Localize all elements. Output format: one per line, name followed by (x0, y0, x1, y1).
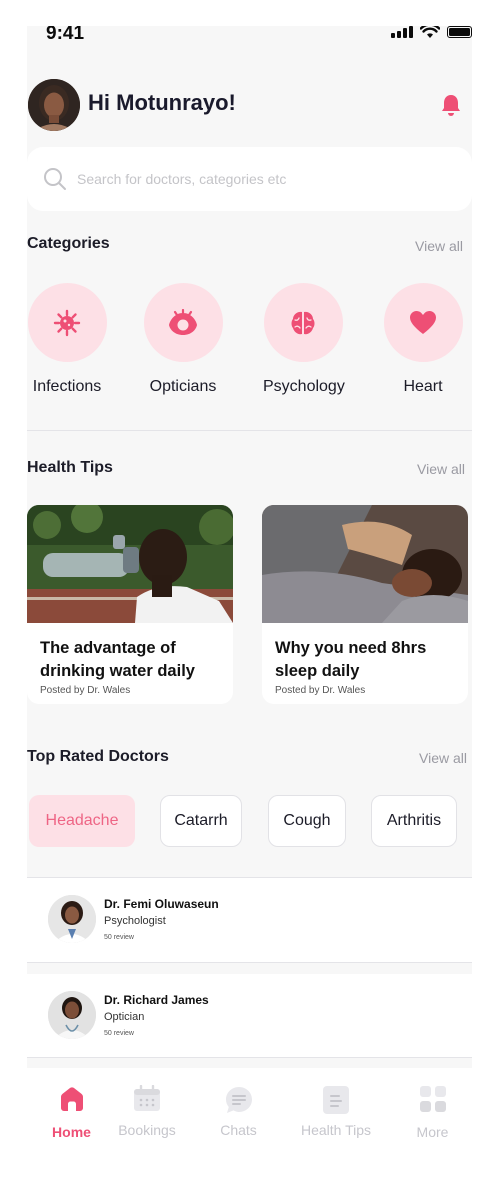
bottom-navigation: Home Bookings Chats Health Tips More (27, 1068, 472, 1170)
filter-chip-arthritis[interactable]: Arthritis (371, 795, 457, 847)
doctor-name: Dr. Richard James (104, 993, 209, 1007)
chat-icon (225, 1087, 252, 1113)
divider (27, 430, 472, 431)
eye-icon (169, 308, 197, 335)
top-doctors-view-all-link[interactable]: View all (419, 750, 467, 766)
divider (27, 1057, 472, 1058)
nav-item-chats[interactable]: Chats (194, 1068, 283, 1170)
category-heart[interactable]: Heart (383, 283, 463, 396)
nav-item-more[interactable]: More (388, 1068, 472, 1170)
category-label: Heart (403, 378, 443, 395)
status-time: 9:41 (46, 26, 85, 44)
health-tip-card-water[interactable]: The advantage of drinking water daily Po… (27, 505, 233, 704)
category-label: Opticians (149, 378, 217, 395)
category-psychology[interactable]: Psychology (263, 283, 345, 396)
categories-view-all-link[interactable]: View all (415, 238, 463, 254)
category-infections[interactable]: Infections (27, 283, 107, 396)
greeting-title: Hi Motunrayo! (88, 90, 236, 115)
tip-author: Posted by Dr. Wales (40, 685, 131, 696)
tip-title: Why you need 8hrs sleep daily (275, 639, 427, 680)
doctor-avatar (48, 895, 96, 943)
tip-author: Posted by Dr. Wales (275, 685, 366, 696)
home-icon (60, 1087, 83, 1111)
category-label: Psychology (263, 378, 345, 395)
search-input[interactable]: Search for doctors, categories etc (77, 171, 286, 187)
search-bar[interactable]: Search for doctors, categories etc (27, 147, 472, 211)
doctor-name: Dr. Femi Oluwaseun (104, 897, 219, 911)
categories-title: Categories (27, 235, 110, 252)
status-bar: 9:41 (27, 26, 472, 50)
nav-label: Health Tips (300, 1122, 372, 1138)
document-icon (323, 1086, 349, 1114)
health-tip-card-sleep[interactable]: Why you need 8hrs sleep daily Posted by … (262, 505, 468, 704)
doctor-reviews: 50 review (104, 934, 134, 941)
tip-title: The advantage of drinking water daily (40, 639, 195, 680)
notification-bell-icon[interactable] (441, 94, 461, 116)
divider (27, 962, 472, 963)
brain-icon (291, 311, 315, 334)
filter-chip-cough[interactable]: Cough (268, 795, 346, 847)
wifi-icon (420, 26, 440, 38)
tip-image-sleep (262, 505, 468, 623)
search-icon (44, 168, 66, 190)
filter-chip-catarrh[interactable]: Catarrh (160, 795, 242, 847)
doctor-specialty: Optician (104, 1011, 145, 1023)
battery-icon (447, 26, 472, 38)
virus-icon (53, 309, 81, 336)
grid-icon (419, 1086, 446, 1112)
nav-label: More (416, 1124, 449, 1140)
health-tips-view-all-link[interactable]: View all (417, 461, 465, 477)
doctor-card-femi[interactable]: Dr. Femi Oluwaseun Psychologist 50 revie… (27, 878, 472, 962)
health-tips-title: Health Tips (27, 459, 113, 476)
nav-label: Bookings (118, 1122, 176, 1138)
app-screen: 9:41 Hi Motunrayo! Search for doctors, c… (27, 26, 472, 1170)
signal-icon (391, 26, 413, 38)
doctor-avatar (48, 991, 96, 1039)
tip-image-water (27, 505, 233, 623)
doctor-reviews: 50 review (104, 1030, 134, 1037)
heart-icon (410, 310, 436, 334)
category-opticians[interactable]: Opticians (143, 283, 223, 396)
nav-label: Chats (220, 1122, 257, 1138)
calendar-icon (134, 1085, 160, 1111)
nav-item-bookings[interactable]: Bookings (102, 1068, 192, 1170)
category-label: Infections (32, 378, 102, 395)
doctor-card-richard[interactable]: Dr. Richard James Optician 50 review (27, 974, 472, 1058)
filter-chip-headache[interactable]: Headache (29, 795, 135, 847)
nav-item-health-tips[interactable]: Health Tips (289, 1068, 383, 1170)
doctor-specialty: Psychologist (104, 915, 166, 927)
top-doctors-title: Top Rated Doctors (27, 748, 169, 765)
user-avatar[interactable] (28, 79, 80, 131)
